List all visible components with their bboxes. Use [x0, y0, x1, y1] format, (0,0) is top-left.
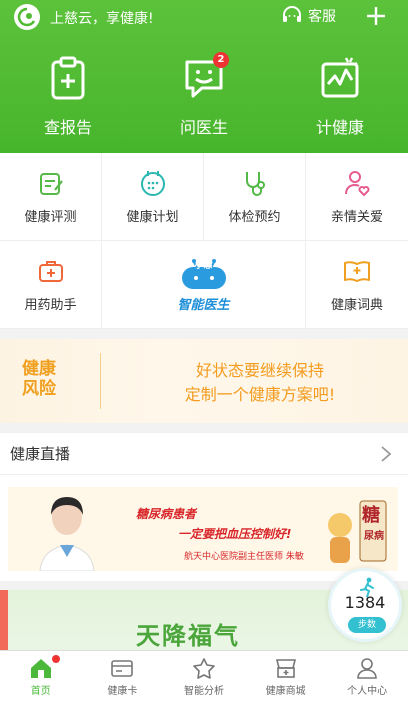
function-grid: 健康评测 健康计划 体检预约 亲情关爱 用药助手 小慈 智能医生 健康词典	[0, 153, 408, 329]
check-report-button[interactable]: 查报告	[0, 54, 136, 144]
ask-doctor-label: 问医生	[179, 118, 228, 137]
app-header: 上慈云，享健康! 客服 查报告 问医生 计健康 2	[0, 0, 408, 153]
health-assessment-icon	[39, 173, 63, 195]
nav-home[interactable]: 首页	[0, 651, 82, 701]
doctor-portrait-icon	[39, 497, 95, 571]
health-live-header[interactable]: 健康直播	[0, 433, 408, 475]
step-count: 1384	[344, 593, 386, 612]
banner-line1: 好状态要继续保持	[195, 361, 324, 380]
grid-item-label: 用药助手	[24, 298, 77, 313]
step-counter-widget[interactable]: 1384 步数	[328, 568, 402, 642]
poster-line3: 航天中心医院副主任医师 朱敏	[184, 552, 304, 562]
customer-service-button[interactable]: 客服	[280, 4, 336, 28]
user-center-icon	[357, 657, 377, 679]
health-record-label: 计健康	[315, 118, 364, 137]
smart-analysis-icon	[193, 657, 215, 679]
live-poster[interactable]: 糖尿病患者 一定要把血压控制好! 航天中心医院副主任医师 朱敏 糖 尿病	[8, 487, 398, 571]
grid-item-label: 健康评测	[24, 210, 77, 225]
nav-smart-analysis[interactable]: 智能分析	[163, 651, 245, 701]
nav-label: 首页	[30, 685, 51, 697]
health-plan-calendar-icon	[140, 171, 165, 196]
grid-item-label: 亲情关爱	[330, 210, 383, 225]
notification-dot	[52, 655, 60, 663]
health-live-title: 健康直播	[10, 445, 71, 463]
grid-item-health-assessment[interactable]: 健康评测	[0, 153, 102, 241]
banner-message: 好状态要继续保持 定制一个健康方案吧!	[150, 359, 370, 407]
nav-label: 健康卡	[107, 685, 138, 697]
add-plus-icon[interactable]	[364, 4, 388, 28]
grid-item-family-care[interactable]: 亲情关爱	[306, 153, 408, 241]
promo-red-strip	[0, 590, 8, 650]
nav-health-store[interactable]: 健康商城	[245, 651, 327, 701]
top-bar: 上慈云，享健康! 客服	[0, 0, 408, 34]
health-chart-icon	[321, 57, 359, 98]
banner-divider	[100, 353, 101, 409]
main-function-row: 查报告 问医生 计健康 2	[0, 52, 408, 144]
grid-item-checkup-booking[interactable]: 体检预约	[204, 153, 306, 241]
promo-text: 天降福气	[136, 622, 240, 650]
grid-item-health-dictionary[interactable]: 健康词典	[306, 241, 408, 329]
grid-item-medicine-assistant[interactable]: 用药助手	[0, 241, 102, 329]
smart-doctor-label: 智能医生	[177, 298, 230, 313]
ask-doctor-button[interactable]: 问医生	[136, 54, 272, 144]
poster-side-text-2: 尿病	[364, 531, 384, 542]
nav-label: 智能分析	[183, 685, 224, 697]
check-report-label: 查报告	[43, 118, 92, 137]
bottom-navigation: 首页 健康卡 智能分析 健康商城 个人中心	[0, 650, 408, 701]
poster-line2: 一定要把血压控制好!	[178, 527, 292, 541]
poster-side-text: 糖	[362, 505, 380, 526]
family-care-icon	[345, 171, 370, 197]
home-icon	[30, 658, 51, 678]
health-card-icon	[111, 659, 134, 677]
nav-user-center[interactable]: 个人中心	[326, 651, 408, 701]
health-risk-banner[interactable]: 健康 风险 好状态要继续保持 定制一个健康方案吧!	[0, 339, 408, 423]
health-live-section: 健康直播 糖尿病患者 一定要把血压控制好! 航天中心医院副主任医师 朱敏 糖 尿…	[0, 433, 408, 581]
report-clipboard-icon	[51, 56, 85, 100]
nav-label: 健康商城	[265, 685, 306, 697]
health-risk-title-line2: 风险	[22, 379, 56, 399]
grid-item-health-plan[interactable]: 健康计划	[102, 153, 204, 241]
chevron-right-icon[interactable]	[380, 445, 392, 463]
health-risk-title: 健康 风险	[22, 359, 56, 399]
unread-badge: 2	[213, 52, 229, 68]
nav-health-card[interactable]: 健康卡	[82, 651, 164, 701]
nav-label: 个人中心	[347, 685, 388, 697]
health-store-icon	[275, 658, 296, 678]
stethoscope-icon	[245, 172, 265, 196]
health-dictionary-icon	[344, 261, 370, 282]
grid-item-label: 健康词典	[330, 298, 383, 313]
banner-line2: 定制一个健康方案吧!	[184, 385, 336, 404]
step-unit-label: 步数	[348, 617, 386, 633]
health-record-button[interactable]: 计健康	[272, 54, 408, 144]
medicine-kit-icon	[38, 261, 63, 282]
app-slogan: 上慈云，享健康!	[50, 11, 154, 27]
grid-item-label: 体检预约	[228, 210, 281, 225]
grid-item-label: 健康计划	[126, 210, 179, 225]
poster-line1: 糖尿病患者	[136, 507, 197, 521]
customer-service-label: 客服	[308, 9, 336, 25]
smart-doctor-button[interactable]: 小慈 智能医生	[102, 241, 306, 329]
app-logo-icon	[14, 4, 40, 30]
health-risk-title-line1: 健康	[22, 359, 56, 379]
robot-small-label: 小慈	[194, 261, 213, 271]
headset-icon	[283, 6, 301, 22]
